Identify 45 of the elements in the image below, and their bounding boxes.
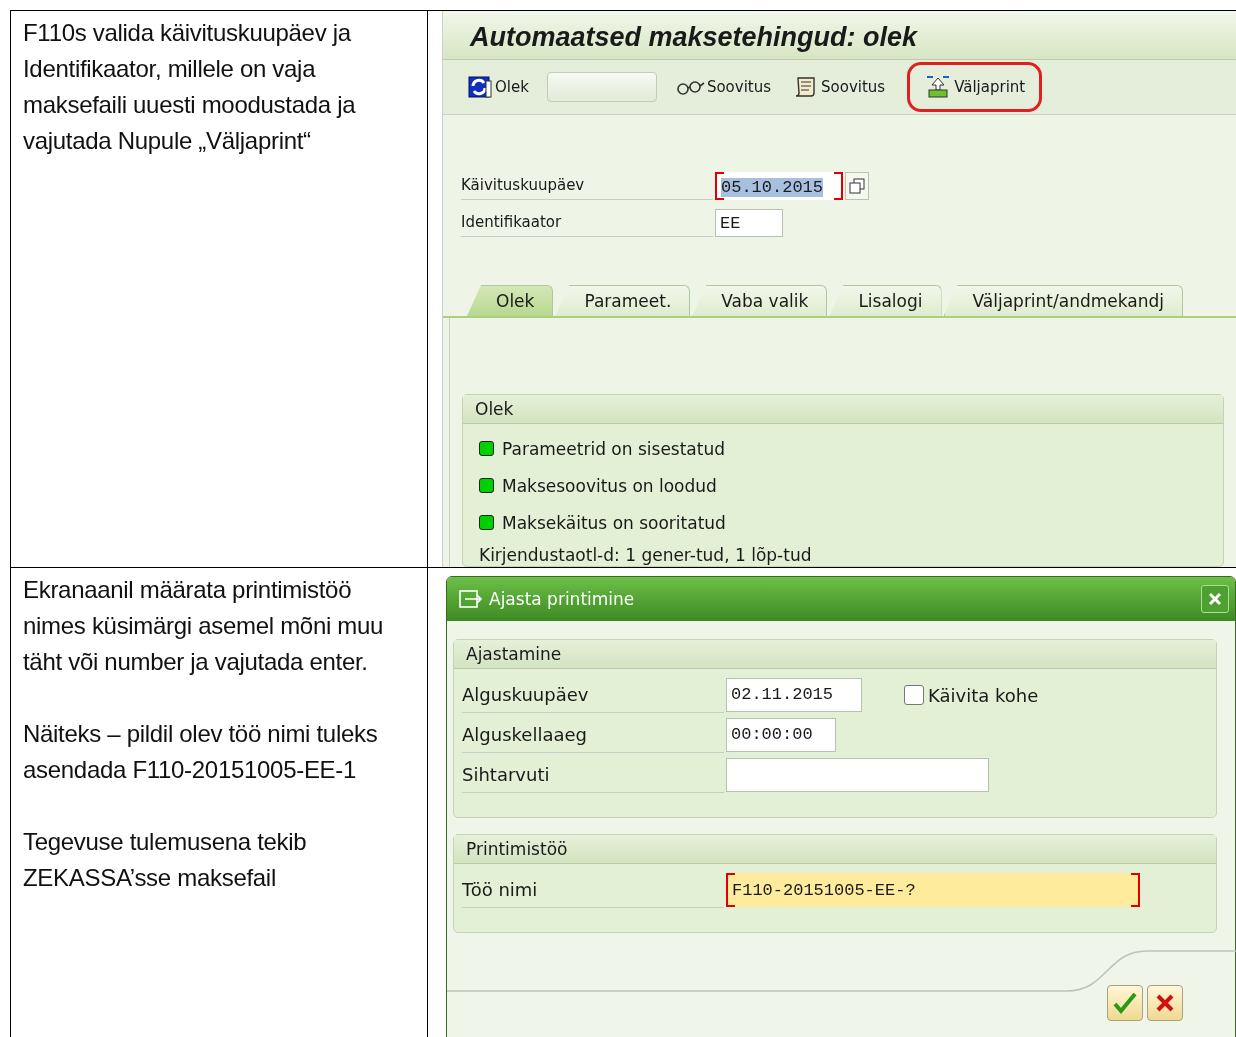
toolbar-button[interactable]: Olek: [463, 71, 533, 103]
field-label: Identifikaator: [461, 208, 713, 237]
close-button[interactable]: [1201, 585, 1229, 613]
close-icon: [1208, 592, 1222, 606]
group-title: Printimistöö: [454, 835, 1216, 864]
input-field[interactable]: EE: [715, 208, 783, 237]
instruction-text: Tegevuse tulemusena tekib ZEKASSA’sse maksefail: [23, 827, 308, 893]
instruction-text: Ekranaanil määrata printimistöö nimes küsimärgi asemel mõni muu täht või number ja vajutada enter.: [23, 575, 385, 677]
tab[interactable]: Parameet.: [555, 285, 691, 316]
field-label: Töö nimi: [462, 872, 724, 908]
input-field[interactable]: 02.11.2015: [726, 678, 862, 712]
value-help-icon[interactable]: [845, 171, 869, 200]
window-icon: [459, 590, 483, 608]
toolbar-button[interactable]: Väljaprint: [907, 62, 1043, 112]
group-title: Olek: [463, 395, 1223, 424]
window-title: Automaatsed maksetehingud: olek: [443, 11, 1236, 60]
tab[interactable]: Lisalogi: [829, 285, 942, 316]
input-field[interactable]: 00:00:00: [726, 718, 836, 752]
status-text: Kirjendustaotl-d: 1 gener-tud, 1 lõp-tud: [479, 544, 813, 566]
tab[interactable]: Olek: [467, 285, 554, 316]
cancel-button[interactable]: [1147, 985, 1183, 1021]
cross-icon: [1154, 992, 1176, 1014]
checkmark-icon: [1112, 991, 1138, 1015]
field-label: Alguskuupäev: [462, 677, 724, 713]
checkbox-label: Käivita kohe: [928, 684, 1039, 706]
tab[interactable]: Vaba valik: [692, 285, 828, 316]
tab[interactable]: Väljaprint/andmekandj: [943, 285, 1183, 316]
status-text: Maksekäitus on sooritatud: [502, 512, 726, 533]
dialog-title: Ajasta printimine: [489, 589, 636, 609]
input-field[interactable]: F110-20151005-EE-?: [726, 873, 1140, 907]
group-title: Ajastamine: [454, 640, 1216, 669]
status-text: Parameetrid on sisestatud: [502, 438, 725, 459]
toolbar-button[interactable]: Soovitus: [789, 71, 890, 103]
field-label: Käivituskuupäev: [461, 171, 713, 200]
field-label: Alguskellaaeg: [462, 717, 724, 753]
instruction-text: Näiteks – pildil olev töö nimi tuleks asendada F110-20151005-EE-1: [23, 719, 379, 785]
refresh-icon: [467, 75, 493, 99]
status-text: Maksesoovitus on loodud: [502, 475, 717, 496]
input-field[interactable]: [726, 758, 989, 792]
confirm-button[interactable]: [1107, 985, 1143, 1021]
input-field[interactable]: 05.10.2015: [715, 171, 843, 200]
instruction-text: F110s valida käivituskuupäev ja Identifikaator, millele on vaja maksefaili uuesti moodustada ja vajutada Nupule „Väljaprint“: [23, 18, 357, 156]
toolbar-button[interactable]: Soovitus: [670, 72, 775, 102]
checkbox[interactable]: [904, 685, 924, 705]
field-label: Sihtarvuti: [462, 757, 724, 793]
